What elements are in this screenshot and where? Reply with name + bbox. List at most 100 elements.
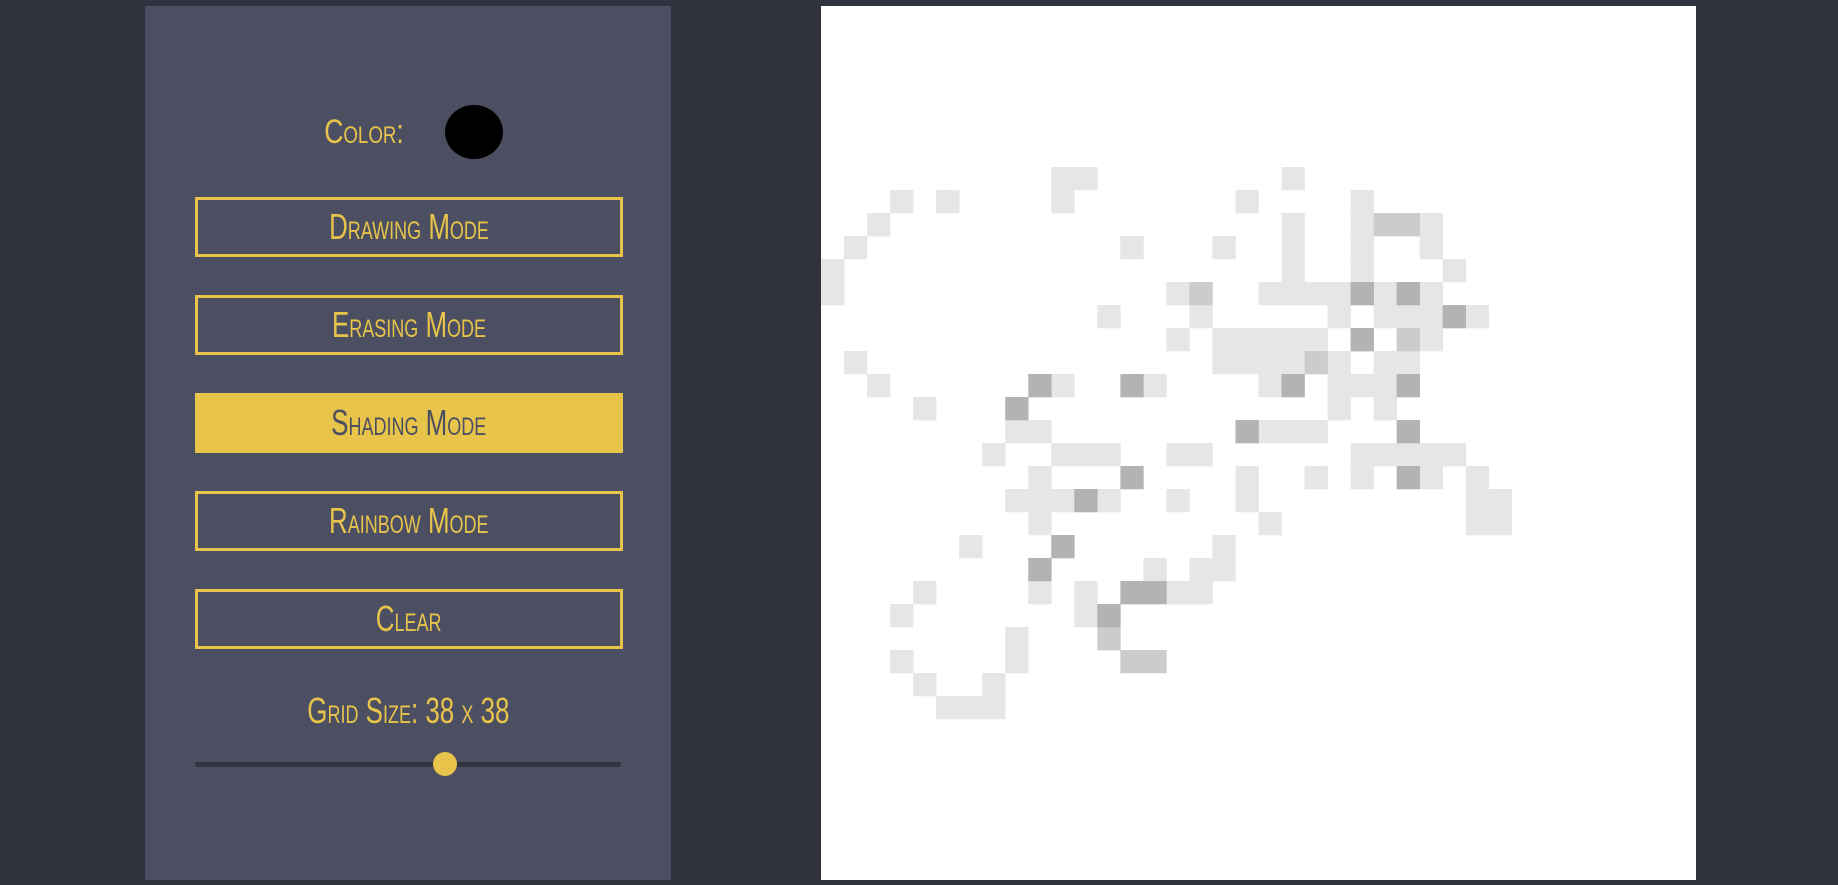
- grid-cell-light[interactable]: [1350, 190, 1374, 214]
- erasing-mode-button[interactable]: Erasing Mode: [195, 295, 623, 355]
- grid-cell-dark[interactable]: [1396, 466, 1420, 490]
- grid-cell-light[interactable]: [1488, 489, 1513, 513]
- grid-cell-light[interactable]: [1281, 328, 1305, 352]
- grid-cell-light[interactable]: [913, 581, 937, 605]
- rainbow-mode-button[interactable]: Rainbow Mode: [195, 491, 623, 551]
- grid-cell-light[interactable]: [913, 673, 937, 697]
- grid-cell-light[interactable]: [913, 397, 937, 421]
- grid-cell-light[interactable]: [1350, 466, 1374, 490]
- grid-cell-light[interactable]: [1074, 604, 1098, 628]
- grid-cell-light[interactable]: [936, 696, 960, 720]
- grid-cell-dark[interactable]: [1074, 489, 1098, 513]
- grid-cell-light[interactable]: [1281, 236, 1305, 260]
- grid-cell-light[interactable]: [1350, 443, 1374, 467]
- grid-size-slider[interactable]: [195, 752, 621, 776]
- grid-cell-light[interactable]: [1051, 167, 1075, 191]
- pixel-grid[interactable]: [821, 6, 1696, 880]
- grid-cell-light[interactable]: [1258, 351, 1282, 375]
- grid-cell-light[interactable]: [1396, 443, 1420, 467]
- grid-cell-dark[interactable]: [1396, 420, 1420, 444]
- grid-cell-mid[interactable]: [1396, 328, 1420, 352]
- grid-cell-light[interactable]: [1235, 489, 1259, 513]
- grid-cell-light[interactable]: [1143, 374, 1167, 398]
- grid-cell-light[interactable]: [1304, 420, 1328, 444]
- grid-cell-light[interactable]: [1281, 351, 1305, 375]
- grid-cell-light[interactable]: [1235, 328, 1259, 352]
- grid-cell-light[interactable]: [1304, 282, 1328, 306]
- grid-cell-mid[interactable]: [1120, 650, 1144, 674]
- grid-cell-light[interactable]: [1028, 466, 1052, 490]
- grid-cell-light[interactable]: [1189, 558, 1213, 582]
- grid-cell-light[interactable]: [844, 351, 868, 375]
- grid-cell-light[interactable]: [1465, 489, 1490, 513]
- grid-cell-light[interactable]: [1396, 305, 1420, 329]
- grid-cell-light[interactable]: [1419, 282, 1444, 306]
- grid-cell-light[interactable]: [1097, 305, 1121, 329]
- grid-cell-light[interactable]: [1327, 305, 1351, 329]
- grid-cell-dark[interactable]: [1350, 328, 1374, 352]
- grid-cell-light[interactable]: [1442, 443, 1467, 467]
- grid-cell-dark[interactable]: [1396, 282, 1420, 306]
- grid-cell-light[interactable]: [1166, 443, 1190, 467]
- grid-cell-light[interactable]: [890, 604, 914, 628]
- grid-cell-light[interactable]: [1235, 351, 1259, 375]
- grid-cell-light[interactable]: [1419, 466, 1444, 490]
- grid-cell-light[interactable]: [959, 535, 983, 559]
- grid-cell-light[interactable]: [1189, 443, 1213, 467]
- grid-cell-light[interactable]: [1281, 259, 1305, 283]
- grid-cell-dark[interactable]: [1120, 374, 1144, 398]
- grid-cell-light[interactable]: [1373, 351, 1397, 375]
- grid-cell-light[interactable]: [1235, 466, 1259, 490]
- grid-cell-light[interactable]: [1465, 305, 1490, 329]
- grid-cell-light[interactable]: [1304, 466, 1328, 490]
- grid-cell-light[interactable]: [1051, 374, 1075, 398]
- grid-cell-light[interactable]: [1373, 282, 1397, 306]
- grid-cell-dark[interactable]: [1442, 305, 1467, 329]
- grid-cell-dark[interactable]: [1005, 397, 1029, 421]
- grid-cell-light[interactable]: [1258, 374, 1282, 398]
- grid-cell-light[interactable]: [982, 696, 1006, 720]
- grid-cell-dark[interactable]: [1396, 374, 1420, 398]
- grid-cell-light[interactable]: [1166, 581, 1190, 605]
- grid-cell-light[interactable]: [890, 650, 914, 674]
- grid-cell-dark[interactable]: [1281, 374, 1305, 398]
- shading-mode-button[interactable]: Shading Mode: [195, 393, 623, 453]
- grid-cell-light[interactable]: [1212, 535, 1236, 559]
- grid-cell-light[interactable]: [1258, 328, 1282, 352]
- grid-cell-mid[interactable]: [1304, 351, 1328, 375]
- grid-cell-light[interactable]: [1235, 190, 1259, 214]
- grid-cell-light[interactable]: [1258, 512, 1282, 536]
- grid-cell-light[interactable]: [1419, 236, 1444, 260]
- grid-cell-light[interactable]: [1212, 236, 1236, 260]
- grid-cell-light[interactable]: [1419, 305, 1444, 329]
- grid-cell-light[interactable]: [1373, 305, 1397, 329]
- grid-cell-dark[interactable]: [1028, 374, 1052, 398]
- grid-cell-light[interactable]: [1166, 328, 1190, 352]
- grid-cell-light[interactable]: [1419, 443, 1444, 467]
- grid-cell-light[interactable]: [1212, 351, 1236, 375]
- grid-cell-light[interactable]: [1350, 236, 1374, 260]
- grid-cell-light[interactable]: [821, 282, 845, 306]
- grid-cell-light[interactable]: [1028, 420, 1052, 444]
- grid-cell-light[interactable]: [867, 213, 891, 237]
- grid-cell-mid[interactable]: [1396, 213, 1420, 237]
- grid-cell-light[interactable]: [821, 259, 845, 283]
- grid-cell-light[interactable]: [1350, 374, 1374, 398]
- grid-cell-light[interactable]: [1051, 443, 1075, 467]
- grid-cell-dark[interactable]: [1235, 420, 1259, 444]
- grid-cell-light[interactable]: [1028, 512, 1052, 536]
- grid-cell-light[interactable]: [1143, 558, 1167, 582]
- grid-cell-light[interactable]: [1327, 351, 1351, 375]
- grid-cell-dark[interactable]: [1097, 604, 1121, 628]
- grid-cell-light[interactable]: [1327, 374, 1351, 398]
- grid-cell-light[interactable]: [1281, 420, 1305, 444]
- grid-cell-light[interactable]: [1350, 213, 1374, 237]
- grid-cell-light[interactable]: [1465, 466, 1490, 490]
- grid-cell-mid[interactable]: [1143, 650, 1167, 674]
- grid-cell-light[interactable]: [1212, 558, 1236, 582]
- grid-cell-light[interactable]: [1166, 282, 1190, 306]
- grid-cell-light[interactable]: [844, 236, 868, 260]
- grid-cell-light[interactable]: [1327, 397, 1351, 421]
- grid-cell-light[interactable]: [1396, 351, 1420, 375]
- grid-cell-light[interactable]: [1350, 259, 1374, 283]
